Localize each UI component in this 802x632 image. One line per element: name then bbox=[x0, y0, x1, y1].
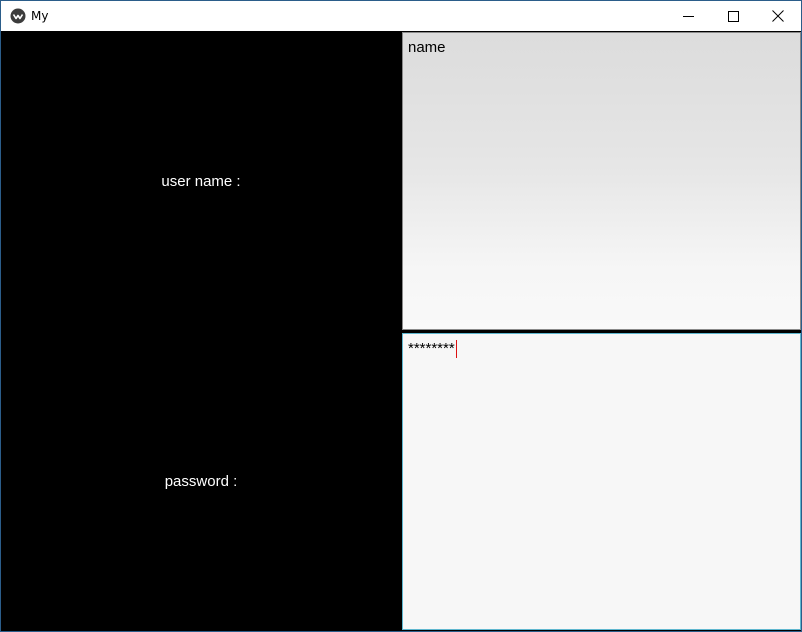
username-label: user name : bbox=[1, 31, 401, 331]
maximize-button[interactable] bbox=[710, 1, 756, 31]
app-icon bbox=[10, 8, 26, 24]
password-input[interactable]: ******** bbox=[402, 333, 801, 630]
username-label-text: user name : bbox=[161, 172, 241, 190]
app-window: My user name : name password: ******** bbox=[0, 0, 802, 632]
password-input-value: ******** bbox=[408, 340, 455, 357]
minimize-icon bbox=[682, 11, 694, 22]
maximize-icon bbox=[727, 10, 739, 22]
password-label-text: password : bbox=[164, 472, 238, 490]
text-caret bbox=[455, 340, 457, 358]
close-icon bbox=[772, 10, 784, 22]
window-title: My bbox=[31, 9, 49, 23]
close-button[interactable] bbox=[755, 1, 801, 31]
minimize-button[interactable] bbox=[665, 1, 711, 31]
title-bar[interactable]: My bbox=[1, 1, 801, 31]
password-label: password : bbox=[1, 331, 401, 631]
username-input-value: name bbox=[408, 39, 446, 56]
username-input[interactable]: name bbox=[402, 32, 801, 330]
login-form: user name : name password : ******** bbox=[1, 31, 801, 631]
